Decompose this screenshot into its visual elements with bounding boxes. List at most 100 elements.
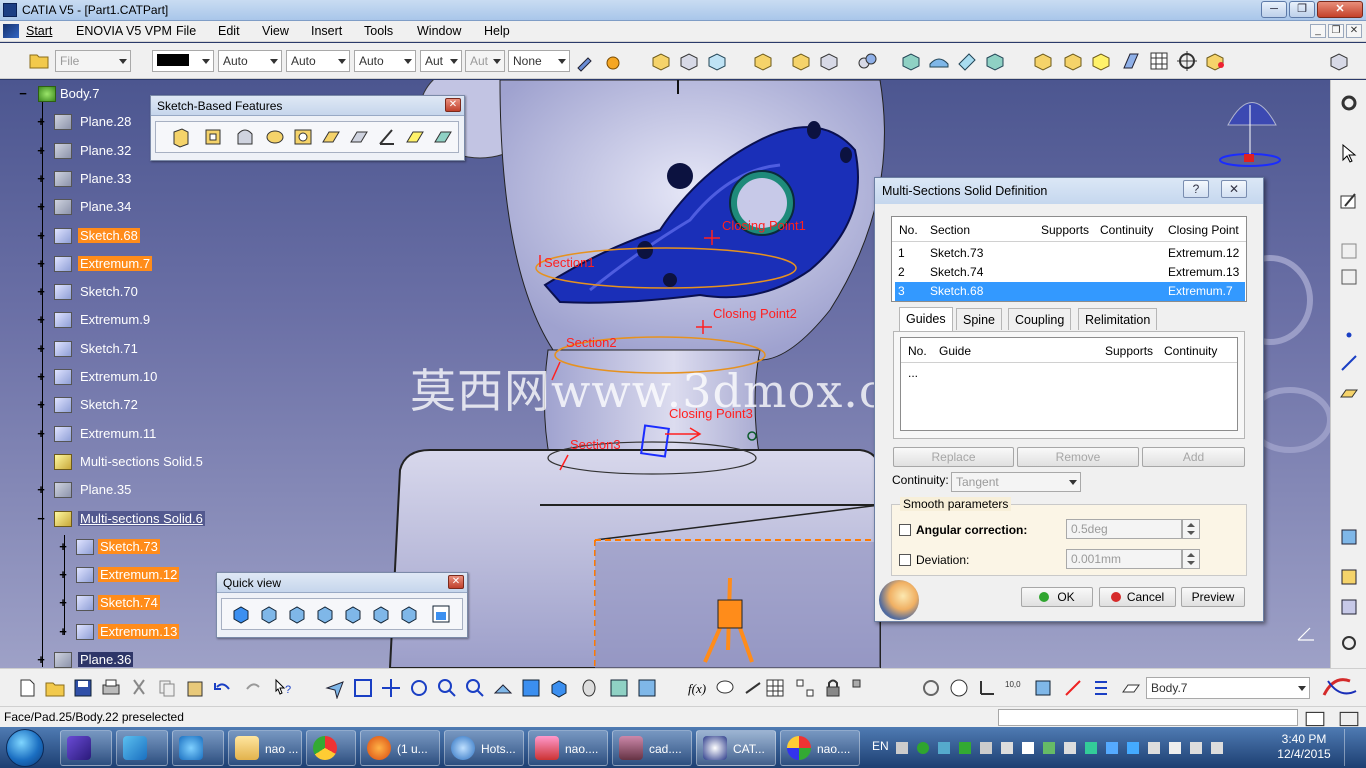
expand-toggle[interactable]: + (58, 540, 68, 553)
measure-between-icon[interactable] (1032, 677, 1054, 699)
file-combo[interactable]: File (55, 50, 131, 72)
expand-toggle[interactable]: + (36, 370, 46, 383)
quick-view-close-button[interactable]: ✕ (448, 575, 464, 589)
tree-node[interactable]: + Extremum.10 (0, 366, 230, 388)
tab-guides[interactable]: Guides (899, 307, 953, 331)
tree-node[interactable]: + Sketch.68 (0, 225, 230, 247)
tree-node[interactable]: + Extremum.13 (0, 621, 230, 643)
removed-multi-section-icon[interactable] (432, 126, 454, 148)
sketch-based-features-title[interactable]: Sketch-Based Features ✕ (151, 96, 464, 116)
tree-node[interactable]: + Sketch.70 (0, 281, 230, 303)
expand-toggle[interactable]: + (36, 398, 46, 411)
dialog-close-button[interactable]: ✕ (1221, 180, 1247, 198)
stiffener-feature-icon[interactable] (376, 126, 398, 148)
remove-button[interactable]: Remove (1017, 447, 1139, 467)
deviation-checkbox[interactable] (899, 554, 911, 566)
iso-view-icon[interactable] (548, 677, 570, 699)
shaft-icon[interactable] (706, 50, 728, 72)
network-tray-icon[interactable] (1043, 742, 1055, 754)
list-icon[interactable] (1090, 677, 1112, 699)
tools-palette-icon[interactable] (1338, 596, 1360, 618)
taskbar-pinned-app[interactable] (172, 730, 224, 766)
fit-all-in-icon[interactable] (352, 677, 374, 699)
expand-toggle[interactable]: + (36, 115, 46, 128)
tree-node[interactable]: + Extremum.12 (0, 564, 230, 586)
taskbar-task[interactable]: cad.... (612, 730, 692, 766)
rotate-icon[interactable] (408, 677, 430, 699)
tab-spine[interactable]: Spine (956, 308, 1002, 330)
front-view-icon[interactable] (258, 603, 280, 625)
expand-toggle[interactable]: + (58, 568, 68, 581)
angular-correction-checkbox[interactable] (899, 524, 911, 536)
axis-icon[interactable] (976, 677, 998, 699)
menu-file[interactable]: File (176, 24, 196, 38)
multi-view-icon[interactable] (520, 677, 542, 699)
preview-button[interactable]: Preview (1181, 587, 1245, 607)
zoom-out-icon[interactable] (464, 677, 486, 699)
status-grid-icon[interactable] (1338, 708, 1359, 727)
tree-node[interactable]: + Extremum.9 (0, 309, 230, 331)
tree-node[interactable]: + Plane.36 (0, 649, 230, 668)
constraint-icon[interactable] (1338, 266, 1360, 288)
menu-tools[interactable]: Tools (364, 24, 393, 38)
plane-select-icon[interactable] (1120, 677, 1142, 699)
print-icon[interactable] (100, 677, 122, 699)
boolean-icon[interactable] (1032, 50, 1054, 72)
taskbar-task[interactable]: (1 u... (360, 730, 440, 766)
taskbar-task[interactable]: nao.... (528, 730, 608, 766)
close-surface-icon[interactable] (956, 50, 978, 72)
pocket-icon[interactable] (678, 50, 700, 72)
taskbar-task[interactable]: nao.... (780, 730, 860, 766)
ok-button[interactable]: OK (1021, 587, 1093, 607)
pocket-feature-icon[interactable] (202, 126, 224, 148)
deviation-input[interactable]: 0.001mm (1066, 549, 1182, 569)
cancel-button[interactable]: Cancel (1099, 587, 1176, 607)
app-tray-icon[interactable] (938, 742, 950, 754)
taskbar-task[interactable]: nao ... (228, 730, 302, 766)
point-combo[interactable]: Auto (354, 50, 416, 72)
formula-icon[interactable]: f(x) (686, 677, 708, 699)
layer-combo[interactable]: Aut (420, 50, 462, 72)
section-row-selected[interactable]: 3 Sketch.68 Extremum.7 (895, 282, 1245, 301)
continuity-combo[interactable]: Tangent (951, 472, 1081, 492)
whats-this-icon[interactable]: ? (272, 677, 294, 699)
assemble-icon[interactable] (1062, 50, 1084, 72)
isometric-view-icon[interactable] (230, 603, 252, 625)
coordinates-icon[interactable]: 10,0 (1004, 677, 1026, 699)
command-input[interactable] (998, 709, 1298, 726)
menu-enovia[interactable]: ENOVIA V5 VPM (76, 24, 172, 38)
pad-icon[interactable] (650, 50, 672, 72)
status-window-icon[interactable] (1304, 708, 1325, 727)
language-indicator[interactable]: EN (872, 739, 889, 753)
antivirus-icon[interactable] (1106, 742, 1118, 754)
expand-toggle[interactable]: + (36, 144, 46, 157)
open-folder-icon[interactable] (28, 49, 50, 71)
tree-node[interactable]: Multi-sections Solid.5 (0, 451, 230, 473)
transparency-combo[interactable]: Aut (465, 50, 505, 72)
sketch-tool-icon[interactable] (602, 50, 624, 72)
lock-icon[interactable] (822, 677, 844, 699)
mdi-close-button[interactable]: ✕ (1346, 24, 1362, 38)
tree-node[interactable]: + Extremum.11 (0, 423, 230, 445)
expand-toggle[interactable]: + (36, 229, 46, 242)
undo-icon[interactable] (212, 677, 234, 699)
section-row[interactable]: 2 Sketch.74 Extremum.13 (895, 263, 1245, 282)
battery-icon[interactable] (1148, 742, 1160, 754)
deviation-spinner[interactable] (1182, 549, 1200, 569)
expand-toggle[interactable]: + (36, 257, 46, 270)
slot-feature-icon[interactable] (348, 126, 370, 148)
tree-expand-icon[interactable] (794, 677, 816, 699)
back-view-icon[interactable] (286, 603, 308, 625)
usb-icon[interactable] (980, 742, 992, 754)
linetype-combo[interactable]: Auto (218, 50, 282, 72)
left-view-icon[interactable] (314, 603, 336, 625)
signal-icon[interactable] (1169, 742, 1181, 754)
apply-material-icon[interactable] (1338, 566, 1360, 588)
volume-icon[interactable] (1064, 742, 1076, 754)
expand-toggle[interactable]: + (36, 313, 46, 326)
dialog-title-bar[interactable]: Multi-Sections Solid Definition ? ✕ (875, 178, 1263, 204)
replace-button[interactable]: Replace (893, 447, 1014, 467)
taskbar-task[interactable]: Hots... (444, 730, 524, 766)
restore-button[interactable]: ❐ (1289, 1, 1315, 18)
expand-toggle[interactable]: + (58, 596, 68, 609)
